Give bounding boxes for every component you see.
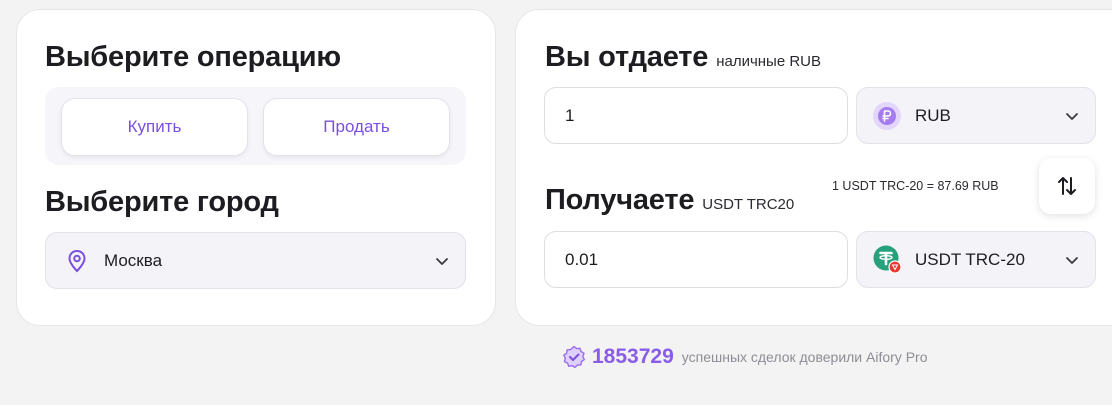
operation-toggle: Купить Продать <box>45 87 466 165</box>
operation-card: Выберите операцию Купить Продать Выберит… <box>16 9 496 326</box>
city-title: Выберите город <box>45 186 279 218</box>
ruble-coin-icon <box>873 101 901 130</box>
give-currency-value: RUB <box>915 105 951 125</box>
receive-subtitle: USDT TRC20 <box>702 196 795 213</box>
exchange-card: Вы отдаете наличные RUB RUB Получаете USDT… <box>515 9 1112 326</box>
city-select[interactable]: Москва <box>45 232 466 289</box>
chevron-down-icon <box>1065 109 1079 123</box>
give-title: Вы отдаете наличные RUB <box>545 41 821 74</box>
chevron-down-icon <box>435 254 449 268</box>
receive-amount-input[interactable] <box>545 249 847 270</box>
receive-currency-value: USDT TRC-20 <box>915 249 1025 269</box>
chevron-down-icon <box>1065 253 1079 267</box>
give-subtitle: наличные RUB <box>716 53 822 70</box>
give-currency-select[interactable]: RUB <box>856 87 1096 144</box>
deals-text: успешных сделок доверили Aifory Pro <box>681 349 928 365</box>
tether-icon <box>873 245 903 275</box>
receive-title-text: Получаете <box>545 184 695 216</box>
deals-count: 1853729 <box>592 345 674 368</box>
exchange-rate: 1 USDT TRC-20 = 87.69 RUB <box>832 179 999 193</box>
give-title-text: Вы отдаете <box>545 41 709 73</box>
operation-title: Выберите операцию <box>45 41 341 73</box>
swap-button[interactable] <box>1039 158 1095 214</box>
verified-badge-icon <box>562 345 586 369</box>
sell-button[interactable]: Продать <box>263 98 450 156</box>
map-pin-icon <box>66 249 88 273</box>
receive-title: Получаете USDT TRC20 <box>545 184 794 217</box>
receive-currency-select[interactable]: USDT TRC-20 <box>856 231 1096 288</box>
swap-arrows-icon <box>1055 174 1079 198</box>
buy-button[interactable]: Купить <box>61 98 248 156</box>
give-amount-input[interactable] <box>545 105 847 126</box>
give-amount-field[interactable] <box>544 87 848 144</box>
city-select-value: Москва <box>104 250 163 270</box>
trust-banner: 1853729 успешных сделок доверили Aifory … <box>562 345 927 369</box>
receive-amount-field[interactable] <box>544 231 848 288</box>
